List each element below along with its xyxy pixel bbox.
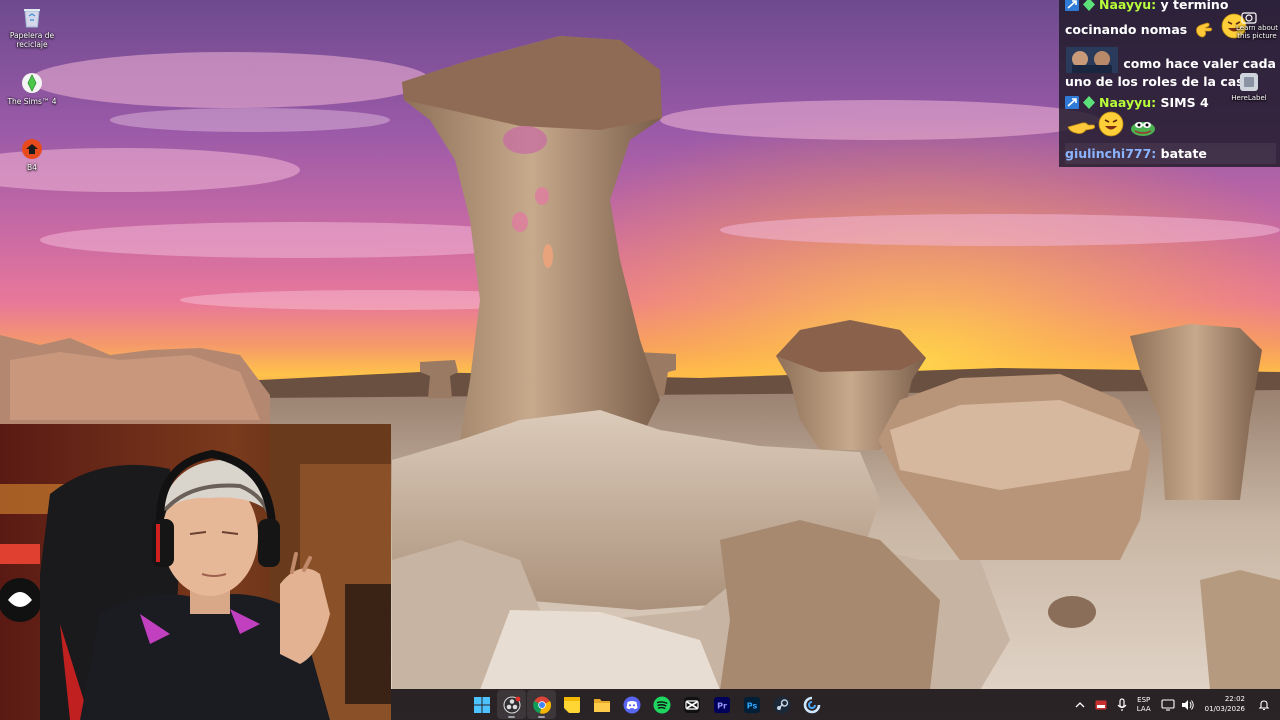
taskbar-chrome[interactable] — [527, 690, 556, 719]
bell-icon — [1258, 699, 1270, 710]
discord-icon — [623, 696, 640, 713]
taskbar-file-explorer[interactable] — [587, 690, 616, 719]
b4-icon — [19, 136, 45, 162]
taskbar: Pr Ps ESP LAA 22:02 01/03/2026 — [391, 689, 1280, 720]
capcut-icon — [683, 696, 700, 713]
taskbar-copilot[interactable] — [797, 690, 826, 719]
pepe-emote-icon — [1130, 117, 1156, 141]
taskbar-apps: Pr Ps — [467, 689, 826, 720]
desktop-icon-recycle-bin[interactable]: Papelera de reciclaje — [0, 4, 64, 49]
quick-settings-button[interactable] — [1156, 689, 1200, 720]
svg-text:Ps: Ps — [746, 701, 757, 710]
sticky-notes-icon — [563, 696, 580, 713]
folder-icon — [593, 698, 610, 712]
clock-date: 01/03/2026 — [1204, 704, 1245, 713]
chrome-icon — [532, 696, 551, 714]
microphone-button[interactable] — [1112, 689, 1132, 720]
chat-text: batate — [1156, 146, 1207, 161]
svg-text:Pr: Pr — [717, 701, 727, 710]
pointing-emote-icon — [1066, 115, 1096, 141]
start-button[interactable] — [467, 690, 496, 719]
language-line1: ESP — [1137, 695, 1151, 704]
chat-username: Naayyu — [1099, 0, 1152, 12]
windows-logo-icon — [473, 696, 490, 713]
steam-icon — [773, 696, 790, 713]
clock-time: 22:02 — [1224, 695, 1245, 704]
shortcut-label: HereLabel — [1231, 94, 1267, 102]
photoshop-icon: Ps — [743, 696, 760, 713]
desktop-icon-label: B4 — [27, 163, 37, 172]
input-language-indicator[interactable]: ESP LAA — [1132, 689, 1156, 720]
user-avatar-emote-icon — [1066, 47, 1118, 73]
system-tray: ESP LAA 22:02 01/03/2026 — [1070, 689, 1280, 720]
chat-text: SIMS 4 — [1156, 95, 1209, 110]
streamer-webcam-image — [0, 424, 391, 720]
premiere-pro-icon: Pr — [713, 696, 730, 713]
copilot-icon — [803, 696, 820, 713]
taskbar-spotify[interactable] — [647, 690, 676, 719]
tray-app-icon — [1095, 700, 1107, 709]
taskbar-photoshop[interactable]: Ps — [737, 690, 766, 719]
taskbar-capcut[interactable] — [677, 690, 706, 719]
notifications-button[interactable] — [1253, 689, 1280, 720]
spotify-icon — [653, 696, 670, 713]
clock-date-button[interactable]: 22:02 01/03/2026 — [1200, 689, 1253, 720]
gem-badge-icon — [1082, 96, 1096, 109]
the-sims-4-icon — [19, 70, 45, 96]
taskbar-obs-studio[interactable] — [497, 690, 526, 719]
language-line2: LAA — [1136, 704, 1151, 713]
desktop-icon-label: Papelera de reciclaje — [9, 31, 55, 49]
desktop-icon-the-sims-4[interactable]: The Sims™ 4 — [0, 70, 64, 107]
learn-about-picture-shortcut[interactable]: Learn about this picture — [1218, 10, 1280, 40]
network-icon — [1161, 698, 1175, 711]
gem-badge-icon — [1082, 0, 1096, 11]
chat-username: giulinchi777 — [1065, 146, 1152, 161]
verified-badge-icon — [1065, 0, 1079, 11]
obs-studio-icon — [503, 696, 520, 713]
camera-icon — [1218, 10, 1280, 24]
desktop-icon-b4[interactable]: B4 — [0, 136, 64, 173]
taskbar-premiere-pro[interactable]: Pr — [707, 690, 736, 719]
taskbar-sticky-notes[interactable] — [557, 690, 586, 719]
chat-message: giulinchi777: batate — [1065, 143, 1276, 164]
herelabel-shortcut[interactable]: HereLabel — [1218, 72, 1280, 102]
laughing-emote-icon — [1098, 111, 1124, 141]
microphone-icon — [1117, 697, 1127, 711]
shortcut-label: Learn about this picture — [1236, 24, 1278, 40]
webcam-feed — [0, 424, 391, 720]
chat-username: Naayyu — [1099, 95, 1152, 110]
taskbar-steam[interactable] — [767, 690, 796, 719]
chevron-up-icon — [1075, 701, 1085, 707]
herelabel-icon — [1218, 72, 1280, 94]
show-hidden-icons-button[interactable] — [1070, 689, 1090, 720]
recycle-bin-icon — [19, 4, 45, 30]
tray-app-button[interactable] — [1090, 689, 1112, 720]
desktop-icon-label: The Sims™ 4 — [7, 97, 57, 106]
wave-emote-icon — [1193, 19, 1215, 43]
verified-badge-icon — [1065, 96, 1079, 109]
taskbar-discord[interactable] — [617, 690, 646, 719]
volume-icon — [1181, 699, 1194, 710]
